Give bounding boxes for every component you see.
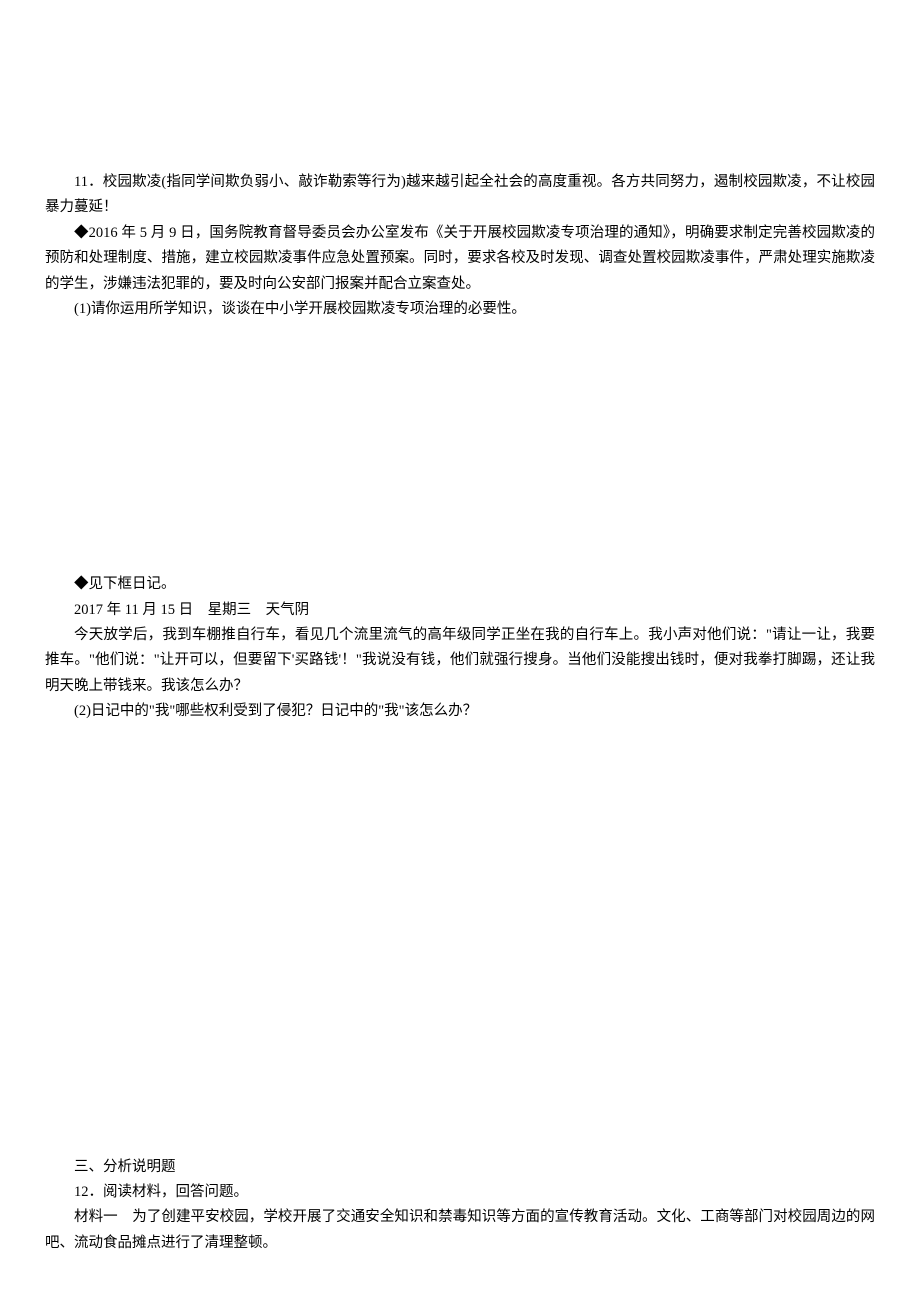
q11-policy: ◆2016 年 5 月 9 日，国务院教育督导委员会办公室发布《关于开展校园欺凌…	[45, 221, 875, 297]
material1: 材料一 为了创建平安校园，学校开展了交通安全知识和禁毒知识等方面的宣传教育活动。…	[45, 1205, 875, 1256]
diary-intro: ◆见下框日记。	[45, 572, 875, 597]
section3-title: 三、分析说明题	[45, 1155, 875, 1180]
diary-date: 2017 年 11 月 15 日 星期三 天气阴	[45, 598, 875, 623]
section-3-block: 三、分析说明题 12．阅读材料，回答问题。 材料一 为了创建平安校园，学校开展了…	[45, 1155, 875, 1257]
answer-space-1	[45, 322, 875, 572]
diary-block: ◆见下框日记。 2017 年 11 月 15 日 星期三 天气阴 今天放学后，我…	[45, 572, 875, 724]
answer-space-2	[45, 725, 875, 1155]
q11-intro: 11．校园欺凌(指同学间欺负弱小、敲诈勒索等行为)越来越引起全社会的高度重视。各…	[45, 170, 875, 221]
question-11-block: 11．校园欺凌(指同学间欺负弱小、敲诈勒索等行为)越来越引起全社会的高度重视。各…	[45, 170, 875, 322]
q11-sub2: (2)日记中的"我"哪些权利受到了侵犯？日记中的"我"该怎么办？	[45, 699, 875, 724]
q12-intro: 12．阅读材料，回答问题。	[45, 1180, 875, 1205]
q11-sub1: (1)请你运用所学知识，谈谈在中小学开展校园欺凌专项治理的必要性。	[45, 297, 875, 322]
diary-body: 今天放学后，我到车棚推自行车，看见几个流里流气的高年级同学正坐在我的自行车上。我…	[45, 623, 875, 699]
